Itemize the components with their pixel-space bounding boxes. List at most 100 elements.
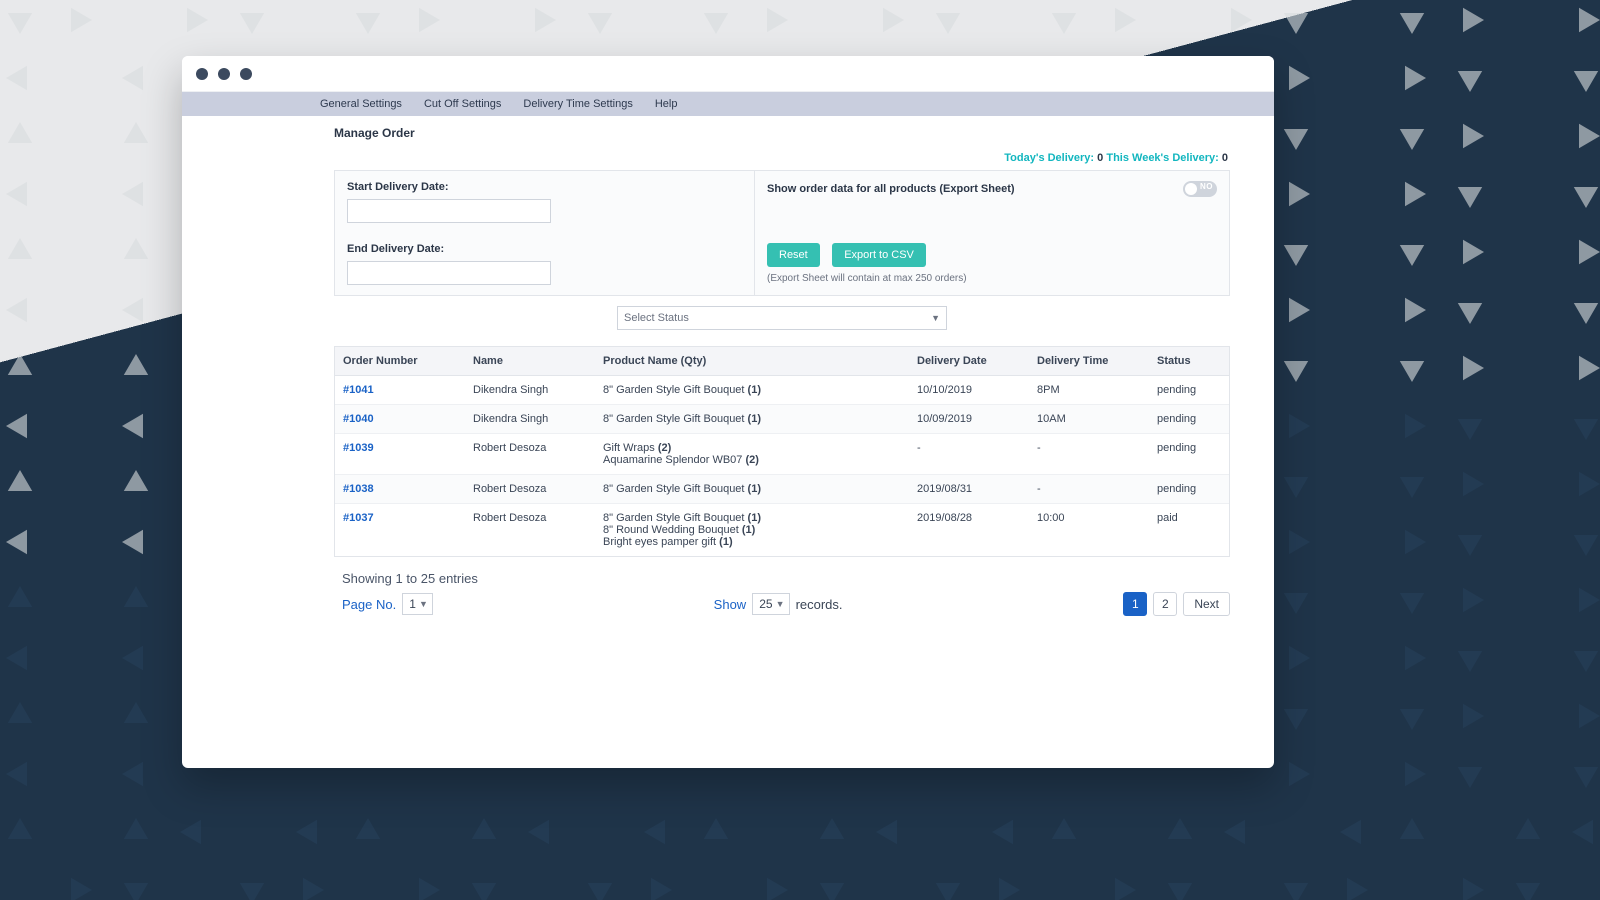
product-title: 8" Garden Style Gift Bouquet (603, 483, 748, 495)
nav-help[interactable]: Help (655, 98, 678, 110)
customer-name: Dikendra Singh (465, 405, 595, 434)
order-status: pending (1149, 376, 1229, 405)
product-title: 8" Garden Style Gift Bouquet (603, 512, 748, 524)
order-status: pending (1149, 475, 1229, 504)
next-page-button[interactable]: Next (1183, 592, 1230, 616)
export-hint: (Export Sheet will contain at max 250 or… (767, 273, 1217, 284)
entries-text: Showing 1 to 25 entries (342, 571, 1230, 586)
records-label: records. (796, 597, 843, 612)
product-qty: (1) (719, 536, 732, 548)
chevron-down-icon: ▼ (931, 313, 940, 323)
page-no-label: Page No. (342, 597, 396, 612)
table-row: #1037Robert Desoza8" Garden Style Gift B… (335, 504, 1229, 557)
show-count-select[interactable]: 25 ▼ (752, 593, 789, 615)
chevron-down-icon: ▼ (419, 599, 428, 609)
orders-table-wrap: Order Number Name Product Name (Qty) Del… (334, 346, 1230, 557)
content-area: Manage Order Today's Delivery: 0 This We… (182, 116, 1274, 634)
product-cell: 8" Garden Style Gift Bouquet (1) (595, 475, 909, 504)
customer-name: Robert Desoza (465, 434, 595, 475)
customer-name: Robert Desoza (465, 475, 595, 504)
traffic-dot-1[interactable] (196, 68, 208, 80)
end-date-input[interactable] (347, 261, 551, 285)
table-row: #1041 Dikendra Singh 8" Garden Style Gift … (335, 376, 1229, 405)
chevron-down-icon: ▼ (776, 599, 785, 609)
status-select-placeholder: Select Status (624, 312, 689, 324)
nav-delivery-time-settings[interactable]: Delivery Time Settings (523, 98, 632, 110)
show-label: Show (714, 597, 747, 612)
product-qty: (2) (658, 442, 671, 454)
orders-table: Order Number Name Product Name (Qty) Del… (335, 347, 1229, 556)
status-select-wrap: Select Status ▼ (334, 306, 1230, 330)
delivery-summary: Today's Delivery: 0 This Week's Delivery… (204, 150, 1252, 170)
today-delivery-value: 0 (1097, 152, 1103, 164)
product-qty: (1) (748, 384, 761, 396)
product-cell: 8" Garden Style Gift Bouquet (1) (595, 405, 909, 434)
top-nav: General Settings Cut Off Settings Delive… (182, 92, 1274, 116)
product-cell: 8" Garden Style Gift Bouquet (1)8" Round… (595, 504, 909, 557)
delivery-time: - (1029, 475, 1149, 504)
page-no-value: 1 (409, 597, 416, 611)
page-button-2[interactable]: 2 (1153, 592, 1177, 616)
product-qty: (1) (742, 524, 755, 536)
delivery-time: 8PM (1029, 376, 1149, 405)
week-delivery-value: 0 (1222, 152, 1228, 164)
page-title: Manage Order (204, 116, 1252, 150)
delivery-date: 10/09/2019 (909, 405, 1029, 434)
order-status: pending (1149, 405, 1229, 434)
week-delivery-link[interactable]: This Week's Delivery: (1106, 152, 1218, 164)
reset-button[interactable]: Reset (767, 243, 820, 267)
product-cell: Gift Wraps (2)Aquamarine Splendor WB07 (… (595, 434, 909, 475)
status-select[interactable]: Select Status ▼ (617, 306, 947, 330)
product-qty: (2) (745, 454, 758, 466)
order-number-link[interactable]: #1037 (343, 512, 374, 524)
toggle-state-text: NO (1200, 182, 1213, 191)
order-status: paid (1149, 504, 1229, 557)
table-row: #1039Robert DesozaGift Wraps (2)Aquamari… (335, 434, 1229, 475)
traffic-dot-3[interactable] (240, 68, 252, 80)
order-number-link[interactable]: #1040 (343, 413, 374, 425)
export-csv-button[interactable]: Export to CSV (832, 243, 926, 267)
app-window: General Settings Cut Off Settings Delive… (182, 56, 1274, 768)
delivery-time: - (1029, 434, 1149, 475)
product-title: 8" Round Wedding Bouquet (603, 524, 742, 536)
export-sheet-label: Show order data for all products (Export… (767, 183, 1015, 195)
delivery-date: 2019/08/28 (909, 504, 1029, 557)
order-status: pending (1149, 434, 1229, 475)
pagination-row: Page No. 1 ▼ Show 25 ▼ records. 12Next (342, 592, 1230, 616)
product-title: Gift Wraps (603, 442, 658, 454)
product-title: Aquamarine Splendor WB07 (603, 454, 745, 466)
product-qty: (1) (748, 512, 761, 524)
start-date-input[interactable] (347, 199, 551, 223)
product-title: 8" Garden Style Gift Bouquet (603, 413, 748, 425)
today-delivery-link[interactable]: Today's Delivery: (1004, 152, 1094, 164)
table-row: #1040Dikendra Singh8" Garden Style Gift … (335, 405, 1229, 434)
page-button-1[interactable]: 1 (1123, 592, 1147, 616)
nav-cutoff-settings[interactable]: Cut Off Settings (424, 98, 501, 110)
window-titlebar (182, 56, 1274, 92)
start-date-label: Start Delivery Date: (347, 181, 742, 193)
show-count-value: 25 (759, 597, 772, 611)
page-no-select[interactable]: 1 ▼ (402, 593, 433, 615)
col-order-number: Order Number (335, 347, 465, 376)
customer-name: Robert Desoza (465, 504, 595, 557)
delivery-time: 10:00 (1029, 504, 1149, 557)
col-status: Status (1149, 347, 1229, 376)
traffic-dot-2[interactable] (218, 68, 230, 80)
product-title: 8" Garden Style Gift Bouquet (603, 384, 748, 396)
col-delivery-time: Delivery Time (1029, 347, 1149, 376)
product-qty: (1) (748, 483, 761, 495)
customer-name: Dikendra Singh (465, 376, 595, 405)
nav-general-settings[interactable]: General Settings (320, 98, 402, 110)
export-sheet-toggle[interactable]: NO (1183, 181, 1217, 197)
col-delivery-date: Delivery Date (909, 347, 1029, 376)
table-row: #1038Robert Desoza8" Garden Style Gift B… (335, 475, 1229, 504)
delivery-date: 10/10/2019 (909, 376, 1029, 405)
delivery-date: 2019/08/31 (909, 475, 1029, 504)
col-product: Product Name (Qty) (595, 347, 909, 376)
order-number-link[interactable]: #1038 (343, 483, 374, 495)
order-number-link[interactable]: #1039 (343, 442, 374, 454)
order-number-link[interactable]: #1041 (343, 384, 374, 396)
product-qty: (1) (748, 413, 761, 425)
product-title: Bright eyes pamper gift (603, 536, 719, 548)
delivery-time: 10AM (1029, 405, 1149, 434)
